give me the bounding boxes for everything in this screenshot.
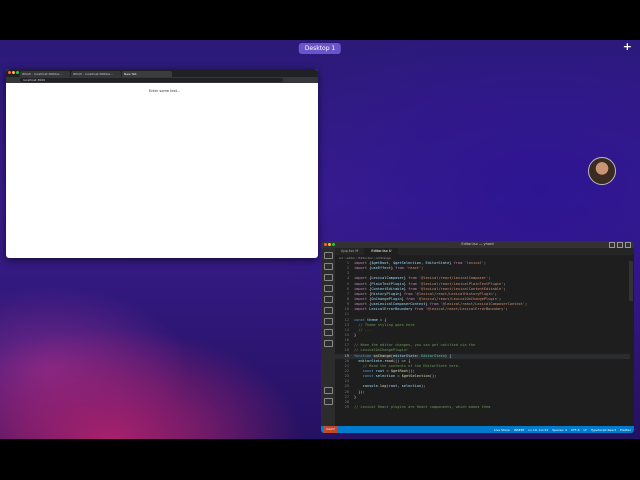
git-branch-status[interactable]: main* — [323, 426, 338, 433]
code-line[interactable]: 29 // Lexical React plugins are React com… — [335, 405, 630, 410]
minimap[interactable] — [629, 261, 633, 301]
status-item[interactable]: INSERT — [514, 428, 525, 432]
window-controls — [324, 243, 335, 246]
status-bar: main* Live Share INSERT Ln 19, Col 43 Space… — [321, 426, 634, 433]
status-item[interactable]: TypeScript React — [591, 428, 616, 432]
window-controls — [8, 71, 19, 74]
code-text: } — [354, 332, 357, 337]
code-text: import LexicalErrorBoundary from '@lexic… — [354, 307, 508, 312]
browser-window[interactable]: Which · localhost:3000/e... Which · loca… — [6, 69, 318, 258]
code-text: // Lexical React plugins are React compo… — [354, 404, 491, 409]
activity-bar — [321, 248, 335, 426]
tab-editor-tsx[interactable]: Editor.tsx U — [365, 248, 399, 255]
vscode-title-bar: Editor.tsx — yhard — [321, 241, 634, 248]
status-items: Live Share INSERT Ln 19, Col 43 Spaces: 4 UT… — [494, 428, 634, 432]
webcam-avatar — [588, 157, 616, 185]
explorer-icon[interactable] — [323, 252, 333, 259]
status-item[interactable]: Prettier — [620, 428, 631, 432]
editor-placeholder[interactable]: Enter some text... — [149, 89, 180, 93]
close-icon[interactable] — [324, 243, 327, 246]
browser-tab[interactable]: Which · localhost:3000/e... — [20, 71, 70, 77]
maximize-icon[interactable] — [16, 71, 19, 74]
code-text: // ... — [358, 327, 372, 332]
source-control-icon[interactable] — [323, 274, 333, 281]
status-item[interactable]: Live Share — [494, 428, 510, 432]
account-icon[interactable] — [323, 387, 333, 394]
add-space-button[interactable]: + — [623, 40, 632, 53]
status-item[interactable]: UTF-8 — [571, 428, 580, 432]
maximize-icon[interactable] — [332, 243, 335, 246]
window-title: Editor.tsx — yhard — [461, 242, 494, 246]
live-share-icon[interactable] — [323, 329, 333, 336]
code-editor[interactable]: 1 import {$getRoot, $getSelection, Editor… — [335, 261, 630, 425]
status-item[interactable]: LF — [584, 428, 587, 432]
run-debug-icon[interactable] — [323, 285, 333, 292]
code-text: import {useEffect} from 'react'; — [354, 266, 424, 271]
remote-explorer-icon[interactable] — [323, 307, 333, 314]
code-text: } — [354, 394, 357, 399]
vscode-window[interactable]: Editor.tsx — yhard App.tsx M Editor.tsx … — [321, 241, 634, 433]
status-item[interactable]: Spaces: 4 — [552, 428, 567, 432]
minimize-icon[interactable] — [12, 71, 15, 74]
address-bar: localhost:3000 — [6, 77, 318, 83]
tab-app-tsx[interactable]: App.tsx M — [335, 248, 366, 255]
browser-tab[interactable]: Which · localhost:3000/e... — [71, 71, 121, 77]
status-item[interactable]: Ln 19, Col 43 — [528, 428, 548, 432]
breadcrumb[interactable]: src › editor › Editor.tsx › onChange — [339, 256, 391, 260]
testing-icon[interactable] — [323, 318, 333, 325]
close-icon[interactable] — [8, 71, 11, 74]
more-icon[interactable] — [323, 340, 333, 347]
browser-tab-bar: Which · localhost:3000/e... Which · loca… — [6, 69, 318, 77]
browser-tab-active[interactable]: New Tab — [122, 71, 172, 77]
desktop-space-label[interactable]: Desktop 1 — [298, 43, 342, 54]
url-input[interactable]: localhost:3000 — [20, 78, 283, 82]
search-icon[interactable] — [323, 263, 333, 270]
editor-tab-bar: App.tsx M Editor.tsx U — [335, 248, 634, 255]
extensions-icon[interactable] — [323, 296, 333, 303]
gear-icon[interactable] — [323, 398, 333, 405]
desktop-wallpaper: Desktop 1 + Which · localhost:3000/e... … — [0, 40, 640, 439]
line-number: 29 — [344, 404, 349, 409]
minimize-icon[interactable] — [328, 243, 331, 246]
code-text: const selection = $getSelection(); — [362, 374, 437, 379]
